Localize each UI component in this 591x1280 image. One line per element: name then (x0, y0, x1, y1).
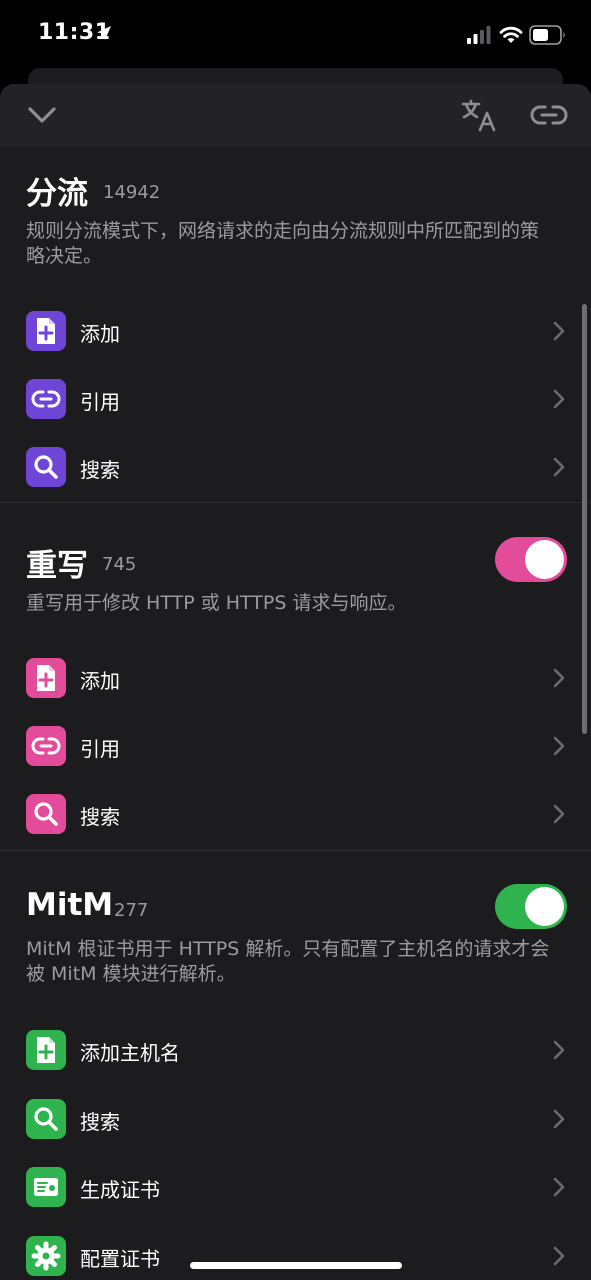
certificate-icon (34, 1178, 58, 1196)
link-icon (31, 390, 61, 408)
rewrite-add-row[interactable]: 添加 (0, 645, 591, 711)
chevron-right-icon (553, 1109, 565, 1129)
bottom-sheet: 分流 14942 规则分流模式下，网络请求的走向由分流规则中所匹配到的策略决定。… (0, 84, 591, 1280)
section-title-rewrite: 重写 (26, 548, 88, 584)
status-bar: 11:31 (0, 0, 591, 70)
rule-add-row[interactable]: 添加 (0, 298, 591, 364)
chevron-right-icon (553, 668, 565, 688)
mitm-toggle[interactable] (495, 884, 567, 929)
location-arrow-icon (97, 26, 111, 40)
rule-search-row[interactable]: 搜索 (0, 434, 591, 500)
cellular-signal-icon (467, 26, 491, 44)
chevron-right-icon (553, 457, 565, 477)
wifi-icon (499, 26, 523, 43)
screen: 11:31 分流 14942 规则分流模式下，网络请求的走向由分流规则中所匹配到… (0, 0, 591, 1280)
toggle-knob (525, 540, 564, 579)
chevron-right-icon (553, 1040, 565, 1060)
rule-search-label: 搜索 (80, 458, 120, 482)
mitm-generate-cert-row[interactable]: 生成证书 (0, 1154, 591, 1220)
chevron-right-icon (553, 1246, 565, 1266)
section-divider (0, 850, 591, 851)
rule-link-label: 引用 (80, 390, 120, 414)
battery-icon (529, 25, 565, 45)
chevron-right-icon (553, 1177, 565, 1197)
add-file-icon (37, 665, 55, 691)
mitm-configure-cert-row[interactable]: 配置证书 (0, 1223, 591, 1280)
rule-link-row[interactable]: 引用 (0, 366, 591, 432)
gear-icon (31, 1241, 61, 1271)
section-count-rewrite: 745 (102, 554, 137, 575)
search-icon (34, 455, 58, 479)
rule-add-label: 添加 (80, 322, 120, 346)
add-file-icon (37, 1037, 55, 1063)
add-file-icon (37, 318, 55, 344)
mitm-generate-cert-label: 生成证书 (80, 1178, 160, 1202)
scrollbar[interactable] (582, 304, 587, 734)
rewrite-link-label: 引用 (80, 737, 120, 761)
section-count-mitm: 277 (114, 900, 149, 921)
section-title-mitm: MitM (26, 887, 114, 923)
mitm-add-hostname-row[interactable]: 添加主机名 (0, 1017, 591, 1083)
home-indicator[interactable] (190, 1262, 402, 1269)
translate-icon[interactable] (460, 98, 498, 132)
section-title-rule: 分流 (26, 176, 88, 212)
chevron-right-icon (553, 736, 565, 756)
link-icon (31, 737, 61, 755)
chevron-right-icon (553, 389, 565, 409)
mitm-configure-cert-label: 配置证书 (80, 1247, 160, 1271)
toggle-knob (525, 887, 564, 926)
navigation-bar (0, 84, 591, 146)
rewrite-search-label: 搜索 (80, 805, 120, 829)
rewrite-toggle[interactable] (495, 537, 567, 582)
section-description-rule: 规则分流模式下，网络请求的走向由分流规则中所匹配到的策略决定。 (26, 220, 540, 267)
mitm-add-hostname-label: 添加主机名 (80, 1041, 180, 1065)
rewrite-search-row[interactable]: 搜索 (0, 781, 591, 847)
section-divider (0, 502, 591, 503)
search-icon (34, 802, 58, 826)
rewrite-link-row[interactable]: 引用 (0, 713, 591, 779)
chevron-right-icon (553, 804, 565, 824)
section-count-rule: 14942 (103, 182, 161, 203)
link-icon[interactable] (530, 100, 568, 130)
section-description-mitm: MitM 根证书用于 HTTPS 解析。只有配置了主机名的请求才会被 MitM … (26, 938, 550, 985)
chevron-right-icon (553, 321, 565, 341)
section-description-rewrite: 重写用于修改 HTTP 或 HTTPS 请求与响应。 (26, 592, 407, 614)
mitm-search-label: 搜索 (80, 1110, 120, 1134)
mitm-search-row[interactable]: 搜索 (0, 1086, 591, 1152)
chevron-down-icon[interactable] (26, 102, 58, 128)
search-icon (34, 1107, 58, 1131)
rewrite-add-label: 添加 (80, 669, 120, 693)
